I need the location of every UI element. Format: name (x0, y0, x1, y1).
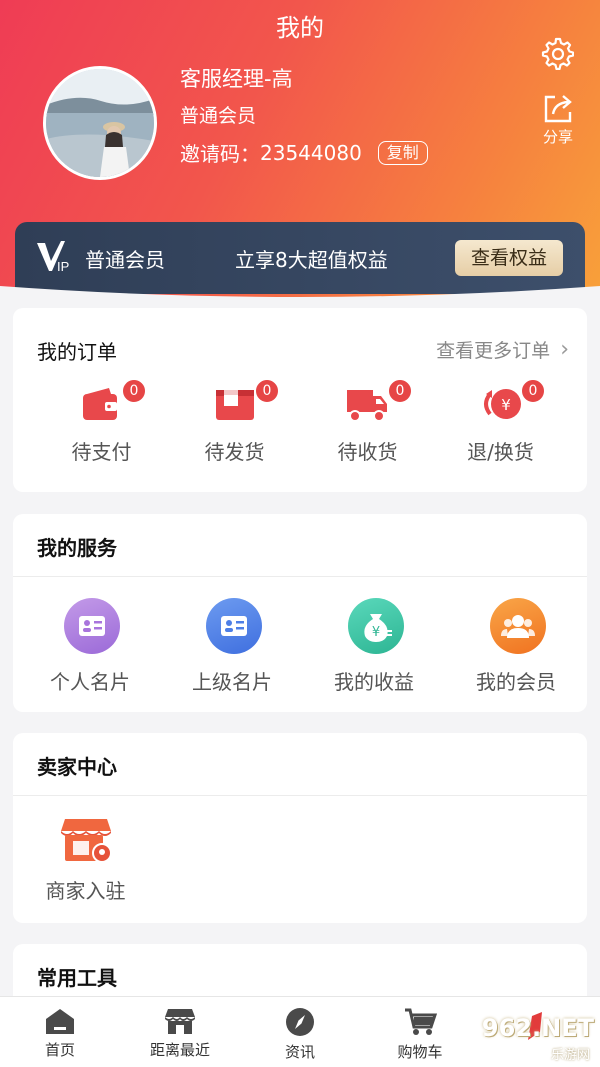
tab-nearest[interactable]: 距离最近 (120, 997, 240, 1060)
share-icon (544, 95, 572, 123)
invite-code-row: 邀请码： 23544080 复制 (180, 138, 428, 167)
vip-benefit-text: 立享8大超值权益 (235, 248, 388, 272)
order-status-pending-receipt[interactable]: 0 待收货 (301, 378, 434, 478)
tab-label: 首页 (44, 1041, 75, 1059)
order-count-badge: 0 (387, 378, 413, 404)
tab-label: 距离最近 (149, 1041, 210, 1059)
compass-icon (286, 1008, 314, 1036)
order-count-badge: 0 (520, 378, 546, 404)
order-status-label: 待收货 (337, 440, 398, 464)
more-orders-label: 查看更多订单 (436, 340, 551, 362)
service-label: 个人名片 (50, 670, 130, 694)
delivery-truck-icon (345, 386, 389, 428)
svg-text:¥: ¥ (501, 396, 511, 414)
service-label: 我的收益 (334, 670, 414, 694)
tab-label: 资讯 (284, 1043, 315, 1061)
order-status-pending-shipment[interactable]: 0 待发货 (168, 378, 301, 478)
chevron-right-icon: › (560, 337, 569, 362)
business-card-icon (64, 598, 120, 654)
vip-level: 普通会员 (85, 248, 165, 272)
service-label: 上级名片 (192, 670, 272, 694)
home-icon (46, 1009, 74, 1034)
svg-text:IP: IP (57, 259, 69, 273)
merchant-join-label: 商家入驻 (45, 879, 126, 903)
watermark-text: 962.NET (481, 1014, 594, 1042)
service-my-members[interactable]: 我的会员 (445, 596, 587, 706)
share-button[interactable]: 分享 (538, 92, 578, 147)
avatar[interactable] (43, 66, 157, 180)
business-card-icon (206, 598, 262, 654)
watermark-subtext: 乐游网 (550, 1048, 590, 1063)
storefront-location-icon (59, 815, 113, 871)
cart-icon (405, 1008, 437, 1035)
invite-label: 邀请码： (180, 142, 260, 166)
package-box-icon (214, 386, 256, 426)
merchant-join[interactable]: 商家入驻 (19, 813, 152, 913)
service-label: 我的会员 (476, 670, 556, 694)
members-group-icon (490, 598, 546, 654)
tab-home[interactable]: 首页 (0, 997, 120, 1060)
header-wave (0, 286, 600, 306)
tab-news[interactable]: 资讯 (240, 997, 360, 1062)
profile-header: 我的 客服经理-高 普通会员 邀请码： 23544080 复制 分享 IP 普通… (0, 0, 600, 300)
order-count-badge: 0 (121, 378, 147, 404)
invite-code: 23544080 (260, 140, 362, 165)
service-my-earnings[interactable]: ¥ 我的收益 (303, 596, 445, 706)
svg-text:¥: ¥ (372, 625, 380, 640)
tools-title: 常用工具 (37, 966, 117, 990)
service-superior-card[interactable]: 上级名片 (161, 596, 303, 706)
vip-logo-icon: IP (37, 241, 69, 273)
view-benefits-button[interactable]: 查看权益 (455, 240, 563, 276)
refund-yuan-icon: ¥ (480, 384, 524, 428)
share-label: 分享 (542, 128, 573, 146)
divider (13, 576, 587, 577)
services-title: 我的服务 (37, 536, 117, 560)
order-status-pending-payment[interactable]: 0 待支付 (35, 378, 168, 478)
seller-center-title: 卖家中心 (37, 755, 117, 779)
page-title: 我的 (276, 14, 324, 42)
user-name: 客服经理-高 (180, 67, 293, 91)
order-status-label: 待发货 (204, 440, 265, 464)
services-row: 个人名片 上级名片 ¥ 我的收益 我的会员 (13, 596, 587, 706)
seller-center-card: 卖家中心 商家入驻 (13, 733, 587, 923)
service-personal-card[interactable]: 个人名片 (19, 596, 161, 706)
order-status-label: 退/换货 (467, 440, 534, 464)
more-orders-link[interactable]: 查看更多订单 › (436, 336, 569, 363)
order-status-refund[interactable]: ¥ 0 退/换货 (434, 378, 567, 478)
store-icon (165, 1009, 195, 1034)
settings-icon[interactable] (540, 36, 575, 71)
services-card: 我的服务 个人名片 上级名片 ¥ 我的收益 我的会员 (13, 514, 587, 712)
orders-title: 我的订单 (37, 340, 117, 364)
member-level: 普通会员 (180, 105, 257, 127)
order-count-badge: 0 (254, 378, 280, 404)
site-watermark: 962.NET 乐游网 (460, 1010, 600, 1063)
money-bag-icon: ¥ (348, 598, 404, 654)
order-status-label: 待支付 (71, 440, 132, 464)
orders-card: 我的订单 查看更多订单 › 0 待支付 0 待发货 0 待收货 ¥ 0 退/换货 (13, 308, 587, 492)
copy-button[interactable]: 复制 (377, 140, 428, 165)
divider (13, 795, 587, 796)
order-status-row: 0 待支付 0 待发货 0 待收货 ¥ 0 退/换货 (13, 378, 587, 478)
wallet-icon (81, 386, 121, 426)
